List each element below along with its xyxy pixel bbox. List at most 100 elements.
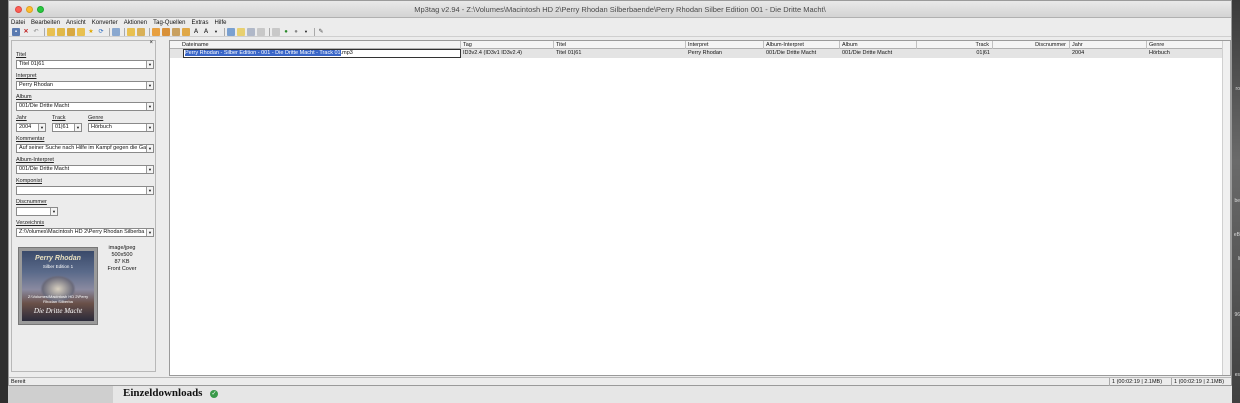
track-field[interactable]: 01|61 ▼	[52, 123, 82, 132]
remove-tag-icon[interactable]: ✕	[22, 28, 30, 36]
status-selected-info: 1 (00:02:19 | 2.1MB)	[1109, 378, 1171, 386]
kommentar-field[interactable]: Auf seiner Suche nach Hilfe im Kampf geg…	[16, 144, 154, 153]
column-header-track[interactable]: Track	[917, 41, 993, 49]
export-icon[interactable]	[227, 27, 235, 36]
komponist-field[interactable]: ▼	[16, 186, 154, 195]
discnummer-field[interactable]: ▼	[16, 207, 58, 216]
chevron-down-icon[interactable]: ▼	[146, 82, 153, 89]
chevron-down-icon[interactable]: ▼	[146, 61, 153, 68]
album-field[interactable]: 001/Die Dritte Macht ▼	[16, 102, 154, 111]
toolbar-separator	[224, 27, 225, 36]
menu-tag-quellen[interactable]: Tag-Quellen	[153, 20, 185, 26]
favorites-icon[interactable]	[67, 27, 75, 36]
chevron-down-icon[interactable]: ▼	[38, 124, 45, 131]
bg-snippet: 96	[1234, 312, 1240, 318]
text-to-tag-icon[interactable]	[172, 27, 180, 36]
interpret-field[interactable]: Perry Rhodan ▼	[16, 81, 154, 90]
menu-extras[interactable]: Extras	[191, 20, 208, 26]
options-icon[interactable]	[272, 27, 280, 36]
change-directory-icon[interactable]	[47, 27, 55, 36]
save-icon[interactable]: ▪	[12, 27, 20, 36]
column-header-discnummer[interactable]: Discnummer	[993, 41, 1070, 49]
chevron-down-icon[interactable]: ▼	[146, 124, 153, 131]
field-label-interpret: Interpret	[16, 73, 37, 79]
menu-bearbeiten[interactable]: Bearbeiten	[31, 20, 60, 26]
database-icon[interactable]: ●	[292, 28, 300, 36]
undo-icon[interactable]: ↶	[32, 28, 40, 36]
cell-titel: Titel 01|61	[556, 50, 582, 56]
background-heading: Einzeldownloads	[123, 387, 203, 399]
status-text: Bereit	[11, 379, 26, 385]
web-source-icon[interactable]: ●	[282, 28, 290, 36]
column-header-tag[interactable]: Tag	[461, 41, 554, 49]
copy-tag-icon[interactable]	[127, 27, 135, 36]
cover-title: Perry Rhodan	[35, 255, 81, 262]
desktop-left-edge	[0, 0, 8, 403]
chevron-down-icon[interactable]: ▼	[74, 124, 81, 131]
column-header-dateiname[interactable]: Dateiname	[180, 41, 461, 49]
titel-field[interactable]: Titel 01|61 ▼	[16, 60, 154, 69]
filter-icon[interactable]	[257, 27, 265, 36]
file-list[interactable]: Dateiname Tag Titel Interpret Album-Inte…	[169, 40, 1231, 376]
cell-track: 01|61	[976, 50, 990, 56]
toolbar-separator	[109, 27, 110, 36]
column-header-album[interactable]: Album	[840, 41, 917, 49]
panel-close-icon[interactable]: ×	[149, 40, 153, 46]
menu-datei[interactable]: Datei	[11, 20, 25, 26]
chevron-down-icon[interactable]: ▼	[146, 187, 153, 194]
tag-to-tag-icon[interactable]	[182, 27, 190, 36]
verzeichnis-field[interactable]: Z:\Volumes\Macintosh HD 2\Perry Rhodan S…	[16, 228, 154, 237]
column-header-interpret[interactable]: Interpret	[686, 41, 764, 49]
cover-subtitle: Silber Edition 1	[42, 264, 74, 269]
tag-to-filename-icon[interactable]	[162, 27, 170, 36]
background-strip	[8, 386, 113, 403]
menu-ansicht[interactable]: Ansicht	[66, 20, 86, 26]
chevron-down-icon[interactable]: ▼	[146, 103, 153, 110]
dropdown-arrow-icon[interactable]: ▼	[302, 28, 310, 36]
toolbar-separator	[314, 27, 315, 36]
cell-discnummer	[993, 49, 1070, 58]
toolbar-separator	[149, 27, 150, 36]
cell-tag: ID3v2.4 (ID3v1 ID3v2.4)	[463, 50, 522, 56]
column-header-jahr[interactable]: Jahr	[1070, 41, 1147, 49]
case-conversion-icon[interactable]: A	[192, 28, 200, 36]
star-icon[interactable]: ★	[87, 28, 95, 36]
cell-album: 001/Die Dritte Macht	[842, 50, 893, 56]
select-all-icon[interactable]	[112, 27, 120, 36]
chevron-down-icon[interactable]: ▼	[50, 208, 57, 215]
chevron-down-icon[interactable]: ▼	[146, 145, 153, 152]
cover-art-frame[interactable]: Perry Rhodan Silber Edition 1 Z:\Volumes…	[18, 247, 98, 325]
refresh-icon[interactable]: ⟳	[97, 28, 105, 36]
jahr-value: 2004	[19, 124, 32, 130]
cell-genre: Hörbuch	[1149, 50, 1170, 56]
column-header-genre[interactable]: Genre	[1147, 41, 1223, 49]
cover-art-image: Perry Rhodan Silber Edition 1 Z:\Volumes…	[22, 251, 94, 321]
add-directory-icon[interactable]	[57, 27, 65, 36]
column-header-titel[interactable]: Titel	[554, 41, 686, 49]
actions-icon[interactable]: A	[202, 28, 210, 36]
cover-dimensions: 500x500	[111, 252, 133, 258]
menu-konverter[interactable]: Konverter	[92, 20, 118, 26]
cell-album-interpret: 001/Die Dritte Macht	[766, 50, 817, 56]
tools-icon[interactable]: ✎	[317, 28, 325, 36]
playlist-icon[interactable]	[237, 27, 245, 36]
filename-to-tag-icon[interactable]	[152, 27, 160, 36]
album-interpret-field[interactable]: 001/Die Dritte Macht ▼	[16, 165, 154, 174]
chevron-down-icon[interactable]: ▼	[146, 229, 153, 236]
vertical-scrollbar[interactable]	[1222, 41, 1230, 375]
background-page: Einzeldownloads ✓	[8, 386, 1232, 403]
jahr-field[interactable]: 2004 ▼	[16, 123, 46, 132]
menu-hilfe[interactable]: Hilfe	[214, 20, 226, 26]
folder-open-icon[interactable]	[77, 27, 85, 36]
bg-snippet: ro	[1235, 86, 1240, 92]
genre-field[interactable]: Hörbuch ▼	[88, 123, 154, 132]
chevron-down-icon[interactable]: ▼	[146, 166, 153, 173]
field-label-track: Track	[52, 115, 66, 121]
dropdown-arrow-icon[interactable]: ▼	[212, 28, 220, 36]
tag-sources-icon[interactable]	[247, 27, 255, 36]
menu-aktionen[interactable]: Aktionen	[124, 20, 147, 26]
paste-tag-icon[interactable]	[137, 27, 145, 36]
column-header-album-interpret[interactable]: Album-Interpret	[764, 41, 840, 49]
filename-edit-field[interactable]: Perry Rhodan - Silber Edition - 001 - Di…	[183, 49, 461, 58]
title-bar[interactable]: Mp3tag v2.94 - Z:\Volumes\Macintosh HD 2…	[9, 1, 1231, 18]
